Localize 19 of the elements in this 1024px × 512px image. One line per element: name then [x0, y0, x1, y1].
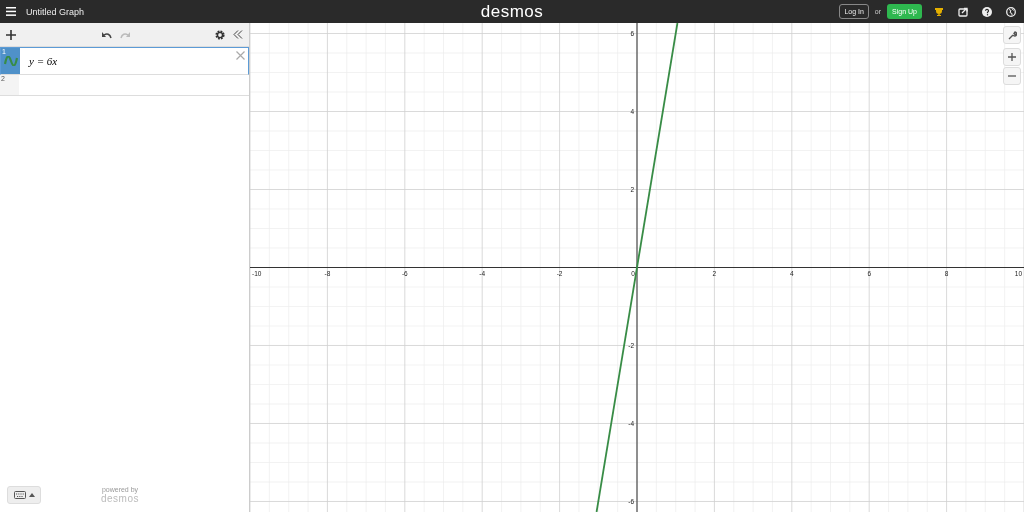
zoom-out-button[interactable]: [1003, 67, 1021, 85]
expression-input[interactable]: y = 6x: [20, 55, 248, 67]
brand-text: desmos: [101, 493, 139, 504]
keyboard-button[interactable]: [7, 486, 41, 504]
graph-title[interactable]: Untitled Graph: [26, 6, 85, 17]
zoom-in-button[interactable]: [1003, 48, 1021, 66]
add-icon[interactable]: [6, 29, 16, 40]
menu-icon[interactable]: [6, 7, 16, 16]
keyboard-icon: [13, 491, 26, 499]
minus-icon: [1008, 72, 1016, 80]
settings-wrench-button[interactable]: [1003, 26, 1021, 44]
globe-icon[interactable]: [1004, 4, 1018, 19]
undo-icon[interactable]: [101, 30, 112, 39]
help-icon[interactable]: [980, 4, 994, 19]
wrench-icon: [1007, 30, 1017, 40]
logo-text: desmos: [480, 1, 544, 22]
plus-icon: [1008, 53, 1016, 61]
caret-icon: [28, 493, 35, 497]
settings-icon[interactable]: [215, 29, 225, 40]
